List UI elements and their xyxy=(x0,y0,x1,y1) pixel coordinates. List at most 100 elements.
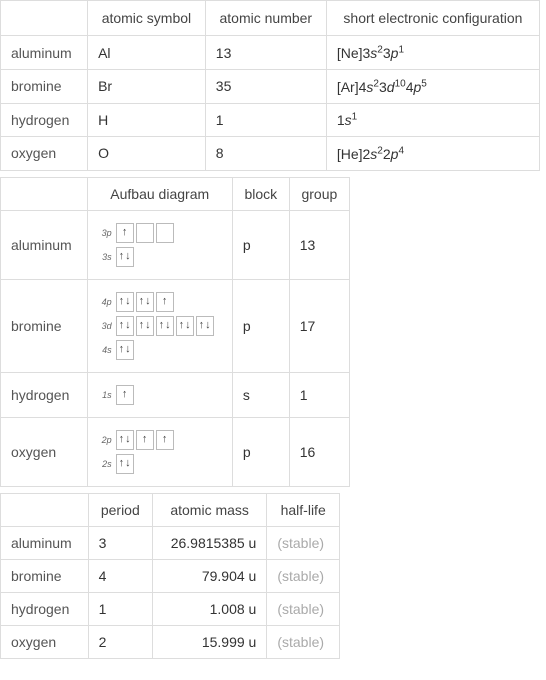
table-basic: atomic symbol atomic number short electr… xyxy=(0,0,540,171)
cell-half-life: (stable) xyxy=(267,625,340,658)
row-header: bromine xyxy=(1,69,88,103)
cell-config: 1s1 xyxy=(326,103,539,137)
orbital-box xyxy=(156,292,174,312)
col-header-symbol: atomic symbol xyxy=(88,1,206,36)
aufbau-diagram: 3p 3s xyxy=(98,219,222,271)
table-header-row: period atomic mass half-life xyxy=(1,493,340,526)
cell-mass: 1.008 u xyxy=(152,592,266,625)
corner-cell xyxy=(1,493,89,526)
electron-up-icon xyxy=(142,434,148,445)
row-header: aluminum xyxy=(1,210,88,279)
cell-symbol: Br xyxy=(88,69,206,103)
orbital-row: 4s xyxy=(98,340,222,360)
cell-number: 13 xyxy=(205,36,326,70)
orbital-box xyxy=(116,454,134,474)
electron-up-icon xyxy=(119,320,125,331)
cell-mass: 26.9815385 u xyxy=(152,526,266,559)
cell-block: p xyxy=(232,210,289,279)
table-row: bromine 4p 3d xyxy=(1,279,350,372)
orbital-row: 3p xyxy=(98,223,222,243)
orbital-row: 3s xyxy=(98,247,222,267)
orbital-label: 3d xyxy=(98,321,112,331)
orbital-box xyxy=(116,223,134,243)
cell-period: 4 xyxy=(88,559,152,592)
col-header-mass: atomic mass xyxy=(152,493,266,526)
electron-up-icon xyxy=(122,227,128,238)
table-row: bromine 4 79.904 u (stable) xyxy=(1,559,340,592)
cell-aufbau: 4p 3d xyxy=(87,279,232,372)
orbital-box xyxy=(156,316,174,336)
config-text: [He]2s22p4 xyxy=(337,146,404,162)
cell-mass: 15.999 u xyxy=(152,625,266,658)
cell-block: p xyxy=(232,279,289,372)
electron-down-icon xyxy=(185,320,191,331)
row-header: oxygen xyxy=(1,417,88,486)
electron-up-icon xyxy=(119,251,125,262)
cell-half-life: (stable) xyxy=(267,559,340,592)
cell-period: 1 xyxy=(88,592,152,625)
orbital-label: 3s xyxy=(98,252,112,262)
cell-group: 17 xyxy=(289,279,349,372)
orbital-box xyxy=(136,316,154,336)
cell-config: [Ar]4s23d104p5 xyxy=(326,69,539,103)
col-header-half-life: half-life xyxy=(267,493,340,526)
col-header-block: block xyxy=(232,177,289,210)
cell-symbol: H xyxy=(88,103,206,137)
table-row: hydrogen 1s s 1 xyxy=(1,372,350,417)
table-header-row: Aufbau diagram block group xyxy=(1,177,350,210)
aufbau-diagram: 4p 3d xyxy=(98,288,222,364)
electron-down-icon xyxy=(125,344,131,355)
cell-group: 16 xyxy=(289,417,349,486)
electron-up-icon xyxy=(139,320,145,331)
table-period-mass: period atomic mass half-life aluminum 3 … xyxy=(0,493,340,659)
row-header: hydrogen xyxy=(1,103,88,137)
cell-group: 13 xyxy=(289,210,349,279)
orbital-box xyxy=(116,316,134,336)
aufbau-diagram: 1s xyxy=(98,381,222,409)
orbital-row: 2s xyxy=(98,454,222,474)
cell-period: 2 xyxy=(88,625,152,658)
electron-down-icon xyxy=(125,296,131,307)
cell-block: p xyxy=(232,417,289,486)
table-row: aluminum 3p 3s p xyxy=(1,210,350,279)
corner-cell xyxy=(1,1,88,36)
orbital-boxes xyxy=(116,223,174,243)
row-header: bromine xyxy=(1,279,88,372)
config-text: 1s1 xyxy=(337,112,357,128)
table-row: hydrogen H 1 1s1 xyxy=(1,103,540,137)
orbital-boxes xyxy=(116,247,134,267)
orbital-label: 2s xyxy=(98,459,112,469)
orbital-label: 2p xyxy=(98,435,112,445)
electron-down-icon xyxy=(125,251,131,262)
orbital-box xyxy=(196,316,214,336)
row-header: oxygen xyxy=(1,137,88,171)
row-header: aluminum xyxy=(1,526,89,559)
row-header: hydrogen xyxy=(1,592,89,625)
cell-number: 8 xyxy=(205,137,326,171)
electron-up-icon xyxy=(159,320,165,331)
orbital-label: 4s xyxy=(98,345,112,355)
col-header-aufbau: Aufbau diagram xyxy=(87,177,232,210)
electron-up-icon xyxy=(139,296,145,307)
orbital-box xyxy=(116,292,134,312)
table-row: bromine Br 35 [Ar]4s23d104p5 xyxy=(1,69,540,103)
orbital-label: 4p xyxy=(98,297,112,307)
electron-up-icon xyxy=(199,320,205,331)
orbital-boxes xyxy=(116,430,174,450)
electron-down-icon xyxy=(125,458,131,469)
table-row: aluminum Al 13 [Ne]3s23p1 xyxy=(1,36,540,70)
orbital-row: 4p xyxy=(98,292,222,312)
orbital-box xyxy=(116,385,134,405)
orbital-boxes xyxy=(116,454,134,474)
orbital-row: 2p xyxy=(98,430,222,450)
orbital-boxes xyxy=(116,385,134,405)
cell-number: 35 xyxy=(205,69,326,103)
cell-aufbau: 1s xyxy=(87,372,232,417)
cell-half-life: (stable) xyxy=(267,592,340,625)
orbital-box xyxy=(136,292,154,312)
orbital-box xyxy=(176,316,194,336)
electron-up-icon xyxy=(162,434,168,445)
aufbau-diagram: 2p 2s xyxy=(98,426,222,478)
cell-number: 1 xyxy=(205,103,326,137)
orbital-row: 1s xyxy=(98,385,222,405)
